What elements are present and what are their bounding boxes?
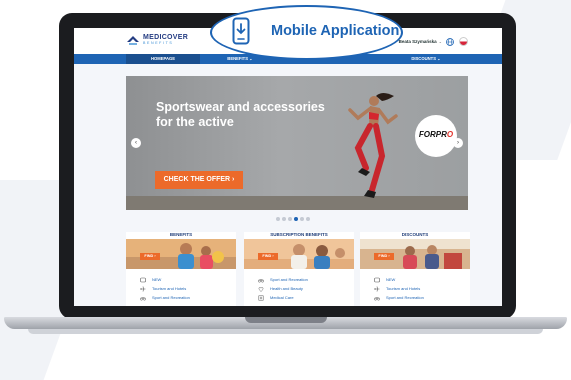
card-image: FIND › (360, 239, 470, 269)
subscription-benefits-card[interactable]: SUBSCRIPTION BENEFITS FIND › Sport and R… (244, 232, 354, 306)
slider-dot[interactable] (294, 217, 298, 221)
card-title: BENEFITS (169, 232, 193, 237)
nav-homepage[interactable]: HOMEPAGE (126, 54, 200, 64)
item-label: NEW (386, 277, 396, 282)
find-button[interactable]: FIND › (140, 253, 160, 260)
card-title: DISCOUNTS (401, 232, 429, 237)
item-label: Sport and Recreation (270, 277, 308, 282)
slider-pagination (276, 217, 312, 221)
medical-icon (258, 295, 264, 300)
list-item[interactable]: Sport and Recreation (374, 293, 424, 302)
new-icon (140, 277, 146, 282)
brand-badge-accent: O (446, 130, 454, 139)
medicover-logo-icon (127, 36, 139, 45)
list-item[interactable]: NEW (374, 275, 424, 284)
health-icon (258, 286, 264, 292)
slider-dot[interactable] (306, 217, 310, 221)
forpro-brand-badge: FORPRO (415, 115, 457, 157)
list-item[interactable]: Tourism and Hotels (140, 284, 190, 293)
bike-icon (140, 296, 146, 300)
hero-title: Sportswear and accessories for the activ… (156, 100, 325, 129)
brand-badge-main: FORPR (418, 130, 447, 139)
list-item[interactable]: Medical Care (258, 293, 308, 302)
athlete-image (348, 93, 398, 198)
item-label: NEW (152, 277, 162, 282)
medicover-logo[interactable]: MEDICOVER BENEFITS (126, 34, 188, 46)
list-item[interactable]: Health and Beauty (258, 284, 308, 293)
slider-dot[interactable] (300, 217, 304, 221)
item-label: Tourism and Hotels (386, 286, 421, 291)
check-offer-button[interactable]: CHECK THE OFFER › (155, 171, 243, 189)
list-item[interactable]: NEW (140, 275, 190, 284)
find-button[interactable]: FIND › (374, 253, 394, 260)
laptop-notch (245, 317, 327, 323)
card-image: FIND › (244, 239, 354, 269)
hero-prev-arrow[interactable]: ‹ (131, 138, 141, 148)
list-item[interactable]: Sport and Recreation (258, 275, 308, 284)
item-label: Medical Care (270, 295, 294, 300)
mobile-app-label[interactable]: Mobile Application (271, 23, 399, 39)
bike-icon (258, 278, 264, 282)
polish-flag-icon[interactable] (459, 37, 468, 46)
user-menu[interactable]: Beata Szymańska ⌄ (399, 37, 468, 46)
logo-title: MEDICOVER (143, 34, 189, 42)
laptop-shadow (28, 329, 543, 334)
item-label: Health and Beauty (270, 286, 303, 291)
bike-icon (374, 296, 380, 300)
laptop-screen: MEDICOVER BENEFITS Beata Szymańska ⌄ HOM… (74, 28, 502, 306)
benefits-card[interactable]: BENEFITS FIND › NEW Tourism and Hotels S… (126, 232, 236, 306)
hero-next-arrow[interactable]: › (453, 138, 463, 148)
language-globe-icon[interactable] (446, 37, 454, 46)
discounts-card[interactable]: DISCOUNTS FIND › NEW Tourism and Hotels (360, 232, 470, 306)
slider-dot[interactable] (276, 217, 280, 221)
hero-banner[interactable]: Sportswear and accessories for the activ… (126, 76, 468, 210)
nav-discounts[interactable]: DISCOUNTS ⌄ (386, 54, 466, 64)
list-item[interactable]: Tourism and Hotels (374, 284, 424, 293)
hero-floor (126, 196, 468, 210)
card-image: FIND › (126, 239, 236, 269)
new-icon (374, 277, 380, 282)
card-title: SUBSCRIPTION BENEFITS (270, 232, 328, 237)
item-label: Tourism and Hotels (152, 286, 187, 291)
chevron-down-icon[interactable]: ⌄ (439, 39, 442, 44)
plane-icon (374, 285, 380, 292)
item-label: Sport and Recreation (386, 295, 424, 300)
phone-download-icon (232, 17, 250, 45)
find-button[interactable]: FIND › (258, 253, 278, 260)
slider-dot[interactable] (282, 217, 286, 221)
user-name[interactable]: Beata Szymańska (399, 39, 437, 44)
list-item[interactable]: Sport and Recreation (140, 293, 190, 302)
item-label: Sport and Recreation (152, 295, 190, 300)
slider-dot[interactable] (288, 217, 292, 221)
plane-icon (140, 285, 146, 292)
logo-subtitle: BENEFITS (143, 41, 174, 46)
